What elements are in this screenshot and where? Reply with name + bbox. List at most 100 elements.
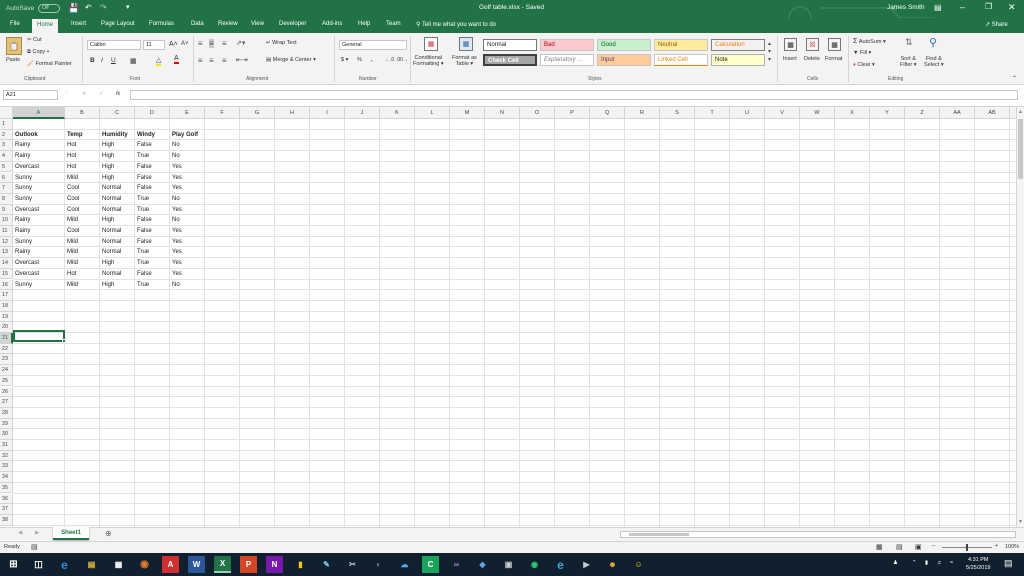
table-cell[interactable]: Rainy (13, 140, 65, 151)
paste-icon[interactable]: 📋 (6, 37, 22, 55)
table-cell[interactable]: Hot (65, 151, 100, 162)
row-header-10[interactable]: 10 (0, 215, 13, 226)
tab-add-ins[interactable]: Add-ins (322, 21, 342, 27)
network-icon[interactable]: ≈ (950, 560, 953, 566)
snipping-tool-icon[interactable]: ✂ (344, 556, 361, 573)
confirm-entry-icon[interactable]: ✓ (99, 91, 104, 97)
ribbon-display-icon[interactable]: ▤ (934, 3, 942, 12)
row-header-23[interactable]: 23 (0, 354, 13, 366)
horizontal-scrollbar[interactable] (620, 531, 1016, 538)
file-explorer-icon[interactable]: ▤ (83, 556, 100, 573)
cancel-entry-icon[interactable]: ✕ (82, 91, 87, 97)
column-header-j[interactable]: J (345, 107, 380, 119)
table-cell[interactable]: Sunny (13, 183, 65, 194)
table-cell[interactable]: No (170, 194, 205, 205)
row-header-32[interactable]: 32 (0, 450, 13, 462)
column-header-w[interactable]: W (800, 107, 835, 119)
table-cell[interactable]: Cool (65, 205, 100, 216)
tab-home[interactable]: Home (32, 19, 59, 33)
table-cell[interactable]: False (135, 140, 170, 151)
table-cell[interactable]: High (100, 151, 135, 162)
format-cells-button[interactable]: Format (825, 56, 842, 62)
fill-handle[interactable] (62, 339, 66, 343)
style-input[interactable]: Input (597, 54, 651, 66)
table-cell[interactable]: False (135, 226, 170, 237)
smiley-app-icon[interactable]: ☺ (630, 556, 647, 573)
show-hidden-icons[interactable]: ⌃ (912, 560, 917, 566)
normal-view-icon[interactable]: ▦ (876, 543, 883, 551)
table-cell[interactable]: True (135, 205, 170, 216)
fill-color-icon[interactable]: △ (156, 56, 162, 66)
column-header-r[interactable]: R (625, 107, 660, 119)
column-header-d[interactable]: D (135, 107, 170, 119)
table-cell[interactable]: Sunny (13, 173, 65, 184)
undo-icon[interactable]: ↶ (85, 3, 92, 12)
tab-formulas[interactable]: Formulas (149, 21, 174, 27)
internet-explorer-icon[interactable]: e (552, 556, 569, 573)
paint-icon[interactable]: ◐ (370, 556, 387, 573)
table-cell[interactable]: True (135, 280, 170, 291)
font-color-icon[interactable]: A (174, 55, 179, 64)
column-header-l[interactable]: L (415, 107, 450, 119)
acrobat-icon[interactable]: A (162, 556, 179, 573)
tab-insert[interactable]: Insert (71, 21, 86, 27)
row-header-22[interactable]: 22 (0, 343, 13, 355)
sort-filter-icon[interactable]: ⇅ (905, 37, 913, 48)
close-icon[interactable]: ✕ (1008, 2, 1016, 13)
minimize-icon[interactable]: – (960, 2, 965, 12)
percent-style-icon[interactable]: % (357, 57, 362, 63)
style-check-cell[interactable]: Check Cell (483, 54, 537, 66)
align-center-icon[interactable]: ≡ (209, 56, 214, 65)
align-middle-icon[interactable]: ≡ (209, 39, 214, 48)
row-header-36[interactable]: 36 (0, 493, 13, 505)
table-cell[interactable]: High (100, 280, 135, 291)
font-name-select[interactable]: Calibri (87, 40, 141, 50)
table-cell[interactable]: Yes (170, 237, 205, 248)
table-cell[interactable]: Yes (170, 183, 205, 194)
table-cell[interactable]: Mild (65, 215, 100, 226)
vertical-scrollbar[interactable]: ▲ ▼ (1016, 107, 1024, 527)
row-header-13[interactable]: 13 (0, 247, 13, 259)
battery-icon[interactable]: ▮ (925, 560, 928, 566)
italic-button[interactable]: I (101, 57, 103, 64)
zoom-in-icon[interactable]: + (995, 543, 998, 549)
style-good[interactable]: Good (597, 39, 651, 51)
format-as-table-button[interactable]: Format as Table ▾ (452, 55, 477, 67)
table-cell[interactable]: Rainy (13, 226, 65, 237)
table-cell[interactable]: Normal (100, 226, 135, 237)
column-header-x[interactable]: X (835, 107, 870, 119)
style-note[interactable]: Note (711, 54, 765, 66)
font-shrink-icon[interactable]: A˅ (181, 41, 189, 47)
people-app-icon[interactable]: ☻ (604, 556, 621, 573)
increase-decimal-icon[interactable]: ←.0 (385, 57, 394, 63)
style-normal[interactable]: Normal (483, 39, 537, 51)
name-box[interactable]: A21 (3, 90, 58, 100)
row-header-6[interactable]: 6 (0, 172, 13, 184)
table-cell[interactable]: Normal (100, 194, 135, 205)
row-header-28[interactable]: 28 (0, 407, 13, 419)
action-center-icon[interactable]: ▤ (1004, 558, 1013, 569)
style-calculation[interactable]: Calculation (711, 39, 765, 51)
table-cell[interactable]: Sunny (13, 280, 65, 291)
table-cell[interactable]: Yes (170, 162, 205, 173)
volume-icon[interactable]: ♬ (937, 560, 943, 566)
new-sheet-icon[interactable]: ⊕ (105, 529, 112, 538)
media-player-icon[interactable]: ▶ (578, 556, 595, 573)
conditional-formatting-icon[interactable]: ▦ (424, 37, 438, 51)
table-cell[interactable]: True (135, 258, 170, 269)
onenote-icon[interactable]: N (266, 556, 283, 573)
column-header-n[interactable]: N (485, 107, 520, 119)
notepad-icon[interactable]: ✎ (318, 556, 335, 573)
table-header-cell[interactable]: Outlook (13, 130, 65, 141)
horizontal-scroll-thumb[interactable] (629, 533, 689, 536)
table-cell[interactable]: Mild (65, 237, 100, 248)
tab-review[interactable]: Review (218, 21, 238, 27)
table-cell[interactable]: No (170, 215, 205, 226)
paste-button-label[interactable]: Paste (6, 57, 20, 63)
page-layout-view-icon[interactable]: ▤ (896, 543, 903, 551)
table-cell[interactable]: No (170, 151, 205, 162)
row-header-27[interactable]: 27 (0, 397, 13, 408)
row-header-4[interactable]: 4 (0, 151, 13, 162)
page-break-view-icon[interactable]: ▣ (915, 543, 922, 551)
photos-icon[interactable]: ▣ (500, 556, 517, 573)
